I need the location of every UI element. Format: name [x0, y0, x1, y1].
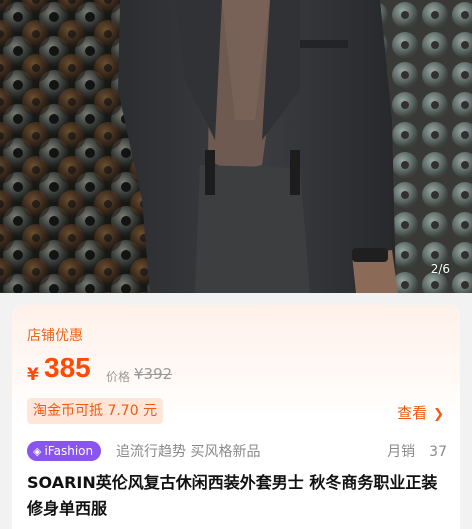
- ifashion-tagline: 追流行趋势 买风格新品: [116, 444, 261, 460]
- monthly-sales-label: 月销: [387, 444, 416, 460]
- taojinbi-coin-offer[interactable]: 淘金币可抵 7.70 元: [27, 398, 164, 424]
- image-page-indicator: 2/6: [430, 262, 450, 276]
- shop-discount-label: 店铺优惠: [27, 328, 83, 344]
- original-price-label: 价格: [106, 370, 131, 384]
- chevron-right-icon: ❯: [433, 407, 444, 422]
- current-price: 385: [44, 352, 91, 383]
- monthly-sales-count: 37: [429, 444, 447, 460]
- product-meta-row: ◈ iFashion 追流行趋势 买风格新品 月销 37: [27, 439, 447, 463]
- view-offer-button[interactable]: 查看 ❯: [397, 402, 444, 423]
- product-image-gallery[interactable]: 2/6: [0, 0, 472, 293]
- view-offer-label: 查看: [397, 404, 428, 422]
- product-title: SOARIN英伦风复古休闲西装外套男士 秋冬商务职业正装修身单西服: [27, 473, 438, 518]
- product-info-card: 店铺优惠 ¥ 385 价格 ¥392 淘金币可抵 7.70 元 查看 ❯ ◈ iFa…: [12, 305, 460, 529]
- original-price: ¥392: [134, 365, 173, 383]
- monthly-sales: 月销 37: [387, 441, 447, 461]
- currency-symbol: ¥: [27, 365, 39, 385]
- ifashion-badge-label: iFashion: [44, 444, 94, 458]
- ifashion-badge[interactable]: ◈ iFashion: [27, 441, 102, 461]
- ifashion-logo-icon: ◈: [33, 445, 42, 458]
- product-photo: [0, 0, 472, 293]
